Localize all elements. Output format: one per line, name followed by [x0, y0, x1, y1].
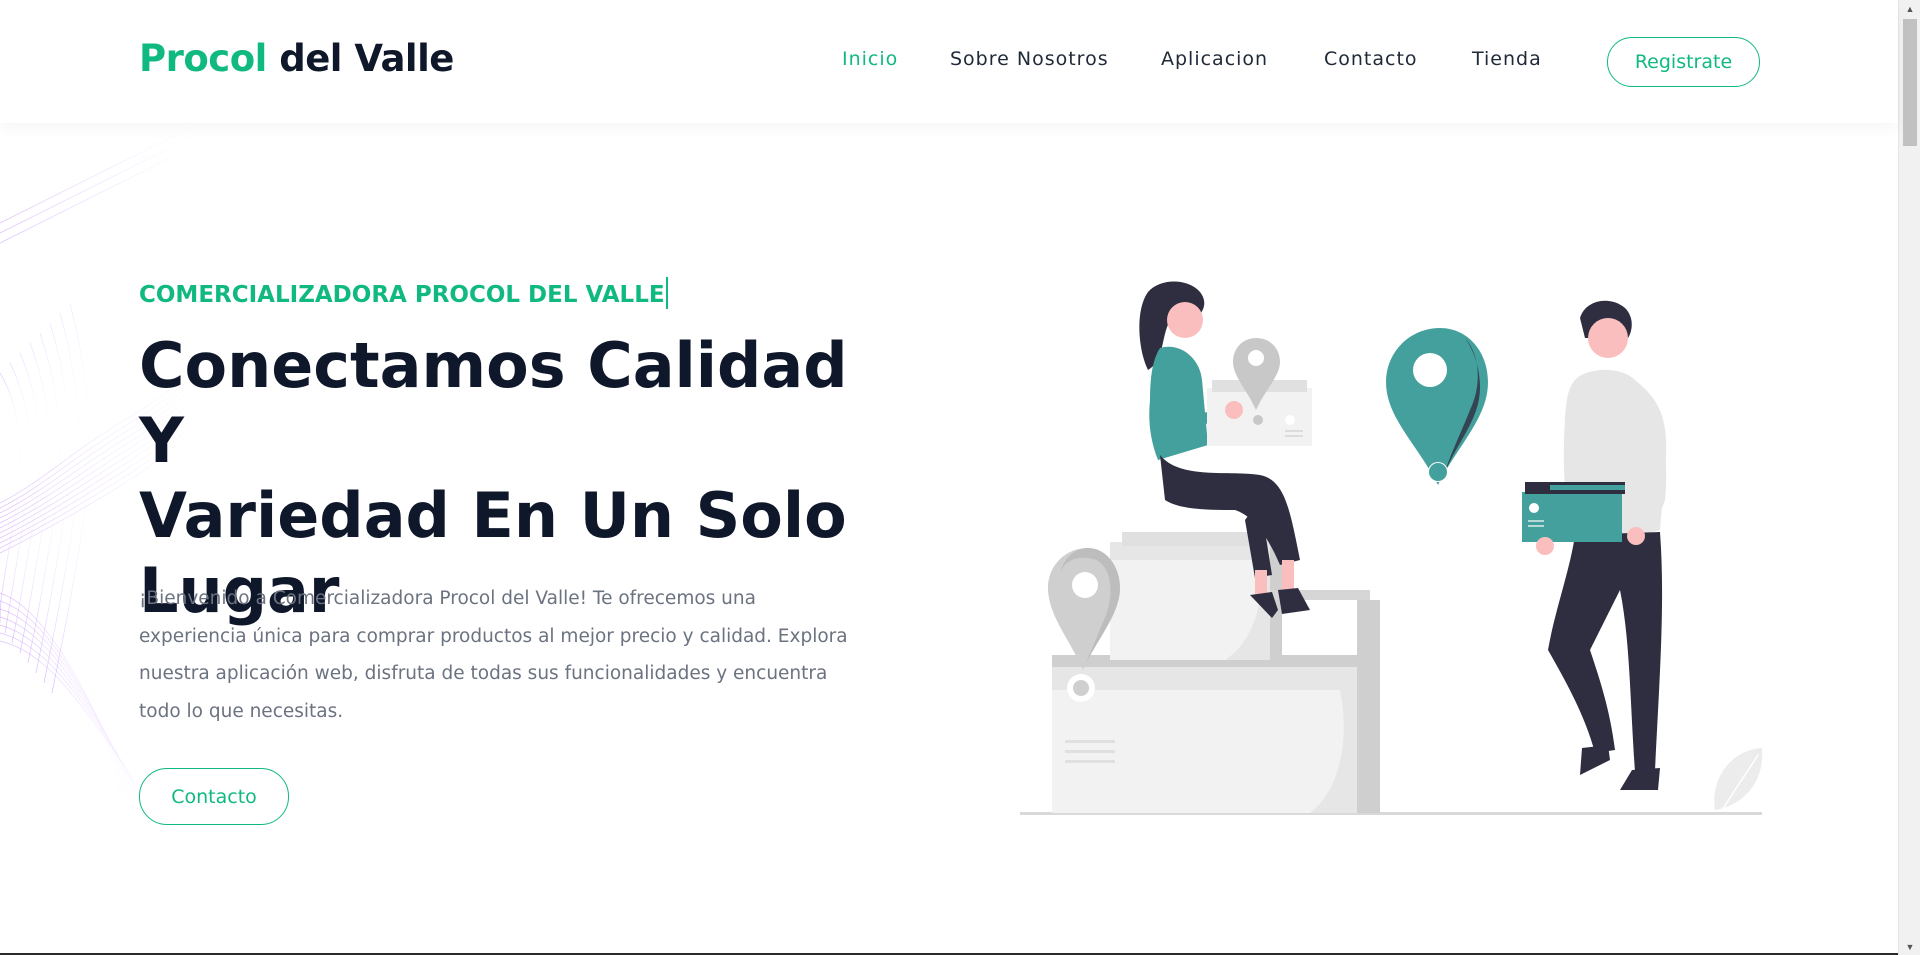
site-logo[interactable]: Procol del Valle [139, 37, 454, 80]
nav-item-tienda[interactable]: Tienda [1472, 48, 1542, 70]
hero-headline-line1: Conectamos Calidad Y [139, 329, 848, 477]
page-scrollbar[interactable]: ▲ ▼ [1898, 0, 1920, 955]
nav-item-contacto[interactable]: Contacto [1324, 48, 1418, 70]
nav-item-aplicacion[interactable]: Aplicacion [1161, 48, 1268, 70]
nav-item-inicio[interactable]: Inicio [842, 48, 898, 70]
teal-location-pin-icon [1386, 328, 1488, 485]
hero-eyebrow-text: COMERCIALIZADORA PROCOL DEL VALLE [139, 282, 665, 308]
scroll-up-arrow-icon[interactable]: ▲ [1899, 0, 1920, 17]
register-button[interactable]: Registrate [1607, 37, 1760, 87]
hero-eyebrow: COMERCIALIZADORA PROCOL DEL VALLE [139, 277, 668, 309]
leaf-icon [1714, 748, 1763, 811]
page: Procol del Valle Inicio Sobre Nosotros A… [0, 0, 1920, 955]
middle-box [1110, 532, 1370, 660]
scroll-down-arrow-icon[interactable]: ▼ [1899, 938, 1920, 955]
contact-button[interactable]: Contacto [139, 768, 289, 825]
scrollbar-thumb[interactable] [1903, 19, 1917, 146]
man-figure [1522, 300, 1667, 790]
logo-brand-text[interactable]: Procol [139, 37, 267, 80]
hero-description: ¡Bienvenido a Comercializadora Procol de… [139, 588, 848, 722]
logo-rest-text[interactable]: del Valle [267, 37, 454, 80]
site-header: Procol del Valle Inicio Sobre Nosotros A… [0, 0, 1898, 123]
hero-headline-line2: Variedad En Un Solo [139, 479, 847, 552]
typing-cursor [665, 277, 668, 309]
nav-item-sobre-nosotros[interactable]: Sobre Nosotros [950, 48, 1109, 70]
hero-illustration [1020, 281, 1763, 815]
